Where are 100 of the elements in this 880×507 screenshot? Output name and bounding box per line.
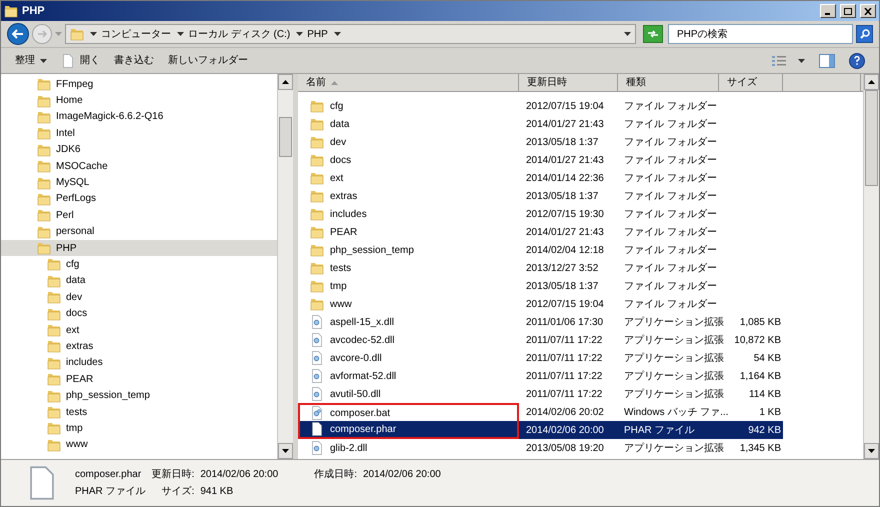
tree-item[interactable]: www [1,436,277,453]
file-type: Windows バッチ ファ... [624,406,728,420]
search-field[interactable]: PHPの検索 [668,24,853,44]
scroll-bar[interactable] [863,74,879,459]
file-row[interactable]: avutil-50.dll 2011/07/11 17:22 アプリケーション拡張 114 KB [298,385,783,403]
tree-item[interactable]: PerfLogs [1,190,277,208]
file-row[interactable]: PEAR 2014/01/27 21:43 ファイル フォルダー [298,223,783,241]
tree-item[interactable]: includes [1,354,277,372]
caret-icon [40,58,47,62]
file-row[interactable]: data 2014/01/27 21:43 ファイル フォルダー [298,115,783,133]
breadcrumb-item[interactable]: ローカル ディスク (C:) [188,26,290,42]
tree-item[interactable]: tmp [1,420,277,437]
modified-date: 2011/01/06 17:30 [526,316,604,330]
scroll-bar[interactable] [277,74,293,459]
tree-item[interactable]: Intel [1,125,277,142]
tree-item[interactable]: FFmpeg [1,76,277,92]
file-type: ファイル フォルダー [624,136,717,150]
tree-item[interactable]: MSOCache [1,158,277,174]
tree-item[interactable]: data [1,272,277,290]
chevron-icon [334,32,341,36]
refresh-button[interactable] [643,25,663,43]
folder-icon [310,225,324,239]
column-header[interactable]: サイズ [719,74,783,91]
blank-document-icon [61,54,75,68]
folder-icon [37,241,51,256]
file-type: アプリケーション拡張 [624,388,724,402]
file-type: アプリケーション拡張 [624,316,724,330]
column-header[interactable]: 種類 [618,74,719,91]
gear-document-icon [310,315,324,329]
breadcrumb-item[interactable]: コンピューター [101,26,171,42]
modified-date: 2014/02/04 12:18 [526,244,604,258]
breadcrumb-item[interactable]: PHP [307,26,328,42]
back-button[interactable] [7,23,29,45]
question-mark-icon [854,56,860,65]
file-name: docs [330,154,352,168]
tree-item[interactable]: PEAR [1,371,277,388]
address-field[interactable]: コンピューター ローカル ディスク (C:) PHP [65,24,636,44]
tree-item[interactable]: dev [1,289,277,306]
tree-item[interactable]: Home [1,92,277,109]
folder-icon [37,110,51,124]
file-row[interactable]: tests 2013/12/27 3:52 ファイル フォルダー [298,259,783,277]
modified-date: 2014/01/14 22:36 [526,172,604,186]
folder-icon [310,135,324,149]
detail-value: 2014/02/06 20:00 [200,468,280,482]
file-row[interactable]: www 2012/07/15 19:04 ファイル フォルダー [298,295,783,313]
toolbar-button[interactable]: 開く [61,50,100,70]
file-name: data [330,118,350,132]
file-name: tests [330,262,352,276]
file-row[interactable]: avcore-0.dll 2011/07/11 17:22 アプリケーション拡張 54 KB [298,349,783,367]
tree-item[interactable]: ImageMagick-6.6.2-Q16 [1,108,277,126]
file-row[interactable]: tmp 2013/05/18 1:37 ファイル フォルダー [298,277,783,295]
minimize-button[interactable] [820,4,836,18]
file-row[interactable]: avcodec-52.dll 2011/07/11 17:22 アプリケーション拡張 10,872 KB [298,331,783,349]
toolbar-button[interactable]: 新しいフォルダー [168,50,248,70]
file-row[interactable]: aspell-15_x.dll 2011/01/06 17:30 アプリケーション拡張 1,085 KB [298,313,783,331]
tree-item[interactable]: personal [1,224,277,240]
maximize-button[interactable] [840,4,856,18]
help-button[interactable] [849,52,865,68]
tree-item[interactable]: tests [1,404,277,420]
tree-item[interactable]: Perl [1,207,277,224]
modified-date: 2013/05/18 1:37 [526,190,598,204]
file-name: aspell-15_x.dll [330,316,394,330]
file-row[interactable]: avformat-52.dll 2011/07/11 17:22 アプリケーション拡張 1,164 KB [298,367,783,385]
tree-item[interactable]: docs [1,305,277,322]
modified-date: 2011/07/11 17:22 [526,352,602,366]
file-row[interactable]: includes 2012/07/15 19:30 ファイル フォルダー [298,205,783,223]
view-options-button[interactable] [772,54,805,66]
folder-icon [47,356,61,370]
file-row[interactable]: php_session_temp 2014/02/04 12:18 ファイル フォルダー [298,241,783,259]
file-name: avcore-0.dll [330,352,382,366]
file-type: アプリケーション拡張 [624,352,724,366]
modified-date: 2013/05/18 1:37 [526,280,598,294]
preview-pane-button[interactable] [819,54,835,68]
file-name: composer.bat [330,406,390,420]
tree-item[interactable]: ext [1,322,277,338]
file-row[interactable]: docs 2014/01/27 21:43 ファイル フォルダー [298,151,783,169]
file-row[interactable]: glib-2.dll 2013/05/08 19:20 アプリケーション拡張 1,345 KB [298,439,783,457]
gear-document-icon [310,369,324,383]
gear-document-icon [310,351,324,365]
folder-icon [47,372,61,386]
toolbar-button[interactable]: 書き込む [114,50,154,70]
tree-item[interactable]: extras [1,338,277,355]
tree-item[interactable]: JDK6 [1,142,277,158]
column-header[interactable]: 名前 [298,74,519,91]
toolbar-button[interactable]: 整理 [15,50,47,70]
detail-value: 2014/02/06 20:00 [362,468,441,482]
tree-item[interactable]: PHP [1,240,277,256]
file-row[interactable]: ext 2014/01/14 22:36 ファイル フォルダー [298,169,783,187]
tree-item[interactable]: cfg [1,256,277,273]
forward-arrow-icon [37,30,47,38]
search-button[interactable] [856,25,873,43]
column-header[interactable]: 更新日時 [519,74,618,91]
file-row[interactable]: cfg 2012/07/15 19:04 ファイル フォルダー [298,97,783,115]
close-button[interactable] [860,4,876,18]
file-row[interactable]: dev 2013/05/18 1:37 ファイル フォルダー [298,133,783,151]
tree-item[interactable]: MySQL [1,174,277,191]
file-name: avutil-50.dll [330,388,381,402]
tree-item[interactable]: php_session_temp [1,387,277,404]
file-row[interactable]: composer.phar 2014/02/06 20:00 PHAR ファイル 942 KB [298,421,783,439]
file-row[interactable]: extras 2013/05/18 1:37 ファイル フォルダー [298,187,783,205]
